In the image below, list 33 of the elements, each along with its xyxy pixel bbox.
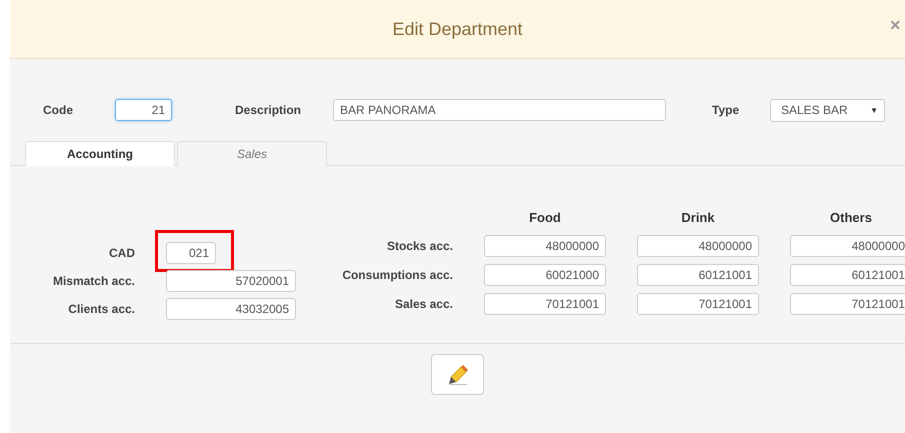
account-field[interactable]: 021 — [166, 242, 216, 264]
field-label: Mismatch acc. — [52, 274, 135, 288]
description-label: Description — [234, 103, 302, 117]
account-field[interactable]: 48000000 — [484, 235, 606, 257]
column-header: Food — [528, 210, 562, 224]
tab[interactable]: Accounting — [25, 141, 175, 166]
account-field[interactable]: 60121001 — [637, 264, 759, 286]
account-field[interactable]: 48000000 — [637, 235, 759, 257]
field-label: Sales acc. — [394, 297, 453, 311]
code-field[interactable]: 21 — [115, 99, 172, 121]
field-label: Clients acc. — [67, 302, 135, 316]
tab[interactable]: Sales — [177, 141, 327, 166]
account-field[interactable]: 60021000 — [484, 264, 606, 286]
column-header: Drink — [680, 210, 716, 224]
type-select[interactable]: SALES BAR ▼ — [770, 98, 885, 122]
field-label: CAD — [108, 246, 135, 260]
account-field[interactable]: 60121001 — [790, 264, 905, 286]
field-label: Consumptions acc. — [341, 268, 453, 282]
code-label: Code — [42, 103, 74, 117]
account-field[interactable]: 57020001 — [166, 270, 296, 292]
field-label: Stocks acc. — [386, 239, 453, 253]
account-field[interactable]: 70121001 — [637, 293, 759, 315]
account-field[interactable]: 70121001 — [484, 293, 606, 315]
description-field[interactable]: BAR PANORAMA — [333, 99, 666, 121]
caret-icon: ▼ — [870, 106, 878, 114]
edit-button[interactable] — [431, 354, 484, 395]
dialog-title: Edit Department — [392, 18, 523, 40]
pencil-icon — [446, 364, 468, 386]
type-label: Type — [711, 103, 740, 117]
account-field[interactable]: 48000000 — [790, 235, 905, 257]
account-field[interactable]: 43032005 — [166, 298, 296, 320]
column-header: Others — [829, 210, 873, 224]
account-field[interactable]: 70121001 — [790, 293, 905, 315]
